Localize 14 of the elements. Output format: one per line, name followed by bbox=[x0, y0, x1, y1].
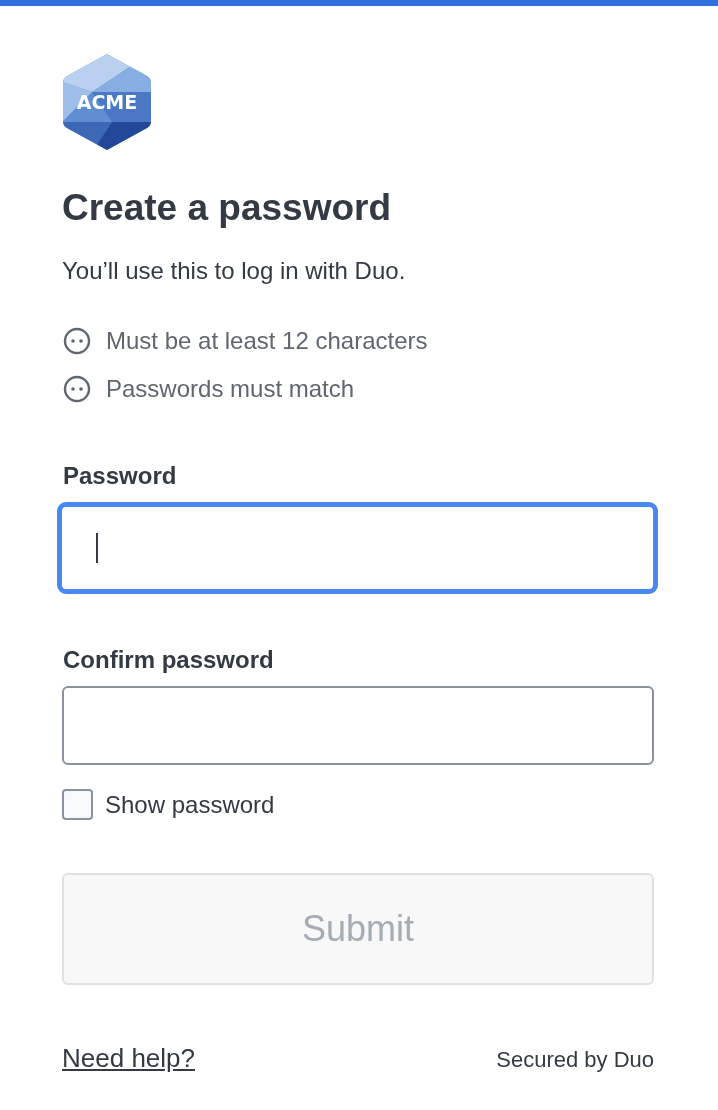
checkbox-label: Show password bbox=[105, 790, 275, 819]
password-field[interactable] bbox=[57, 502, 658, 594]
requirement-text: Passwords must match bbox=[106, 374, 355, 404]
help-link[interactable]: Need help? bbox=[62, 1043, 195, 1074]
requirement-text: Must be at least 12 characters bbox=[106, 326, 428, 356]
page-title: Create a password bbox=[62, 186, 393, 230]
subtitle: You’ll use this to log in with Duo. bbox=[62, 256, 407, 286]
text-cursor bbox=[96, 533, 98, 563]
field-label: Password bbox=[63, 462, 178, 490]
secured-by-text: Secured by Duo bbox=[496, 1047, 654, 1073]
checkbox[interactable] bbox=[62, 789, 93, 820]
password-field[interactable] bbox=[62, 686, 654, 765]
field-label: Confirm password bbox=[63, 646, 275, 674]
logo: ACME bbox=[62, 52, 152, 152]
